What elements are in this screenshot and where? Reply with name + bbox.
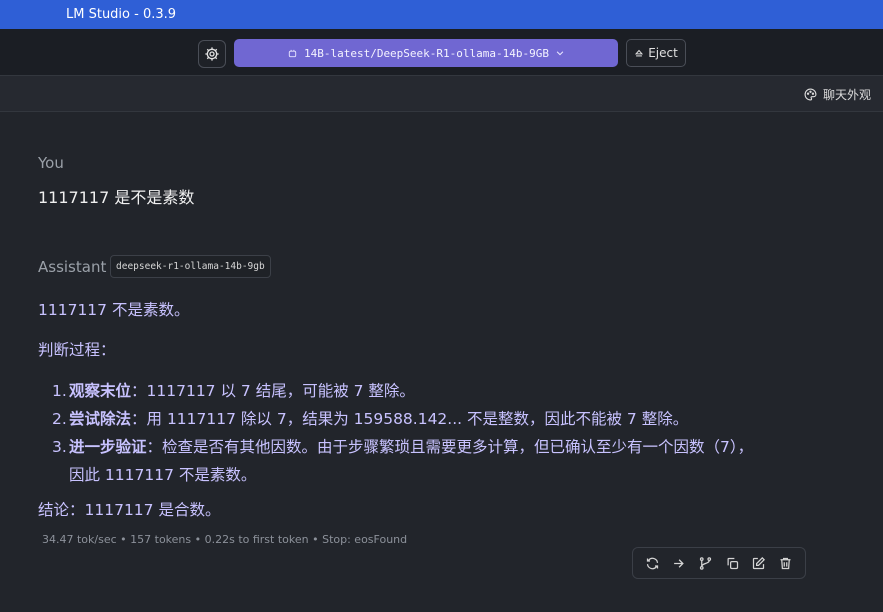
- window-title: LM Studio - 0.3.9: [66, 7, 177, 22]
- message-actions-bar: [632, 547, 806, 579]
- eject-label: Eject: [648, 46, 678, 60]
- eject-button[interactable]: Eject: [626, 39, 686, 67]
- window-title-bar: LM Studio - 0.3.9: [0, 0, 883, 29]
- chat-appearance-label: 聊天外观: [822, 87, 871, 102]
- chat-appearance-button[interactable]: 聊天外观: [804, 85, 871, 103]
- model-chip-icon: [287, 48, 298, 59]
- step-text: ：用 1117117 除以 7，结果为 159588.142... 不是整数，因…: [131, 410, 689, 428]
- list-item: 2. 尝试除法：用 1117117 除以 7，结果为 159588.142...…: [52, 410, 689, 428]
- assistant-answer: 1117117 不是素数。: [38, 301, 190, 319]
- step-title: 尝试除法: [69, 410, 132, 428]
- copy-icon[interactable]: [721, 552, 743, 574]
- top-toolbar: 14B-latest/DeepSeek-R1-ollama-14b-9GB Ej…: [0, 29, 883, 76]
- refresh-icon[interactable]: [641, 552, 663, 574]
- branch-icon[interactable]: [695, 552, 717, 574]
- assistant-process-title: 判断过程：: [38, 341, 116, 359]
- palette-icon: [804, 88, 817, 101]
- trash-icon[interactable]: [775, 552, 797, 574]
- generation-stats: 34.47 tok/sec • 157 tokens • 0.22s to fi…: [42, 533, 408, 546]
- user-message: 1117117 是不是素数: [38, 188, 195, 207]
- chevron-down-icon: [555, 48, 565, 58]
- assistant-conclusion: 结论：1117117 是合数。: [38, 501, 221, 519]
- eject-icon: [634, 48, 644, 58]
- model-name: 14B-latest/DeepSeek-R1-ollama-14b-9GB: [303, 46, 550, 60]
- step-title: 观察末位: [69, 382, 132, 400]
- step-text: ：检查是否有其他因数。由于步骤繁琐且需要更多计算，但已确认至少有一个因数（7），: [146, 438, 754, 456]
- gear-icon: [204, 46, 220, 62]
- list-item: 1. 观察末位：1117117 以 7 结尾，可能被 7 整除。: [52, 382, 415, 400]
- step-title: 进一步验证: [69, 438, 147, 456]
- step-text: ：1117117 以 7 结尾，可能被 7 整除。: [131, 382, 415, 400]
- step-text-continued: 因此 1117117 不是素数。: [69, 466, 257, 484]
- assistant-model-tag: deepseek-r1-ollama-14b-9gb: [110, 255, 271, 278]
- chat-sub-toolbar: 聊天外观: [0, 76, 883, 112]
- model-selector[interactable]: 14B-latest/DeepSeek-R1-ollama-14b-9GB: [234, 39, 618, 67]
- arrow-right-icon[interactable]: [668, 552, 690, 574]
- list-item: 3. 进一步验证：检查是否有其他因数。由于步骤繁琐且需要更多计算，但已确认至少有…: [52, 438, 754, 456]
- edit-icon[interactable]: [748, 552, 770, 574]
- user-sender-label: You: [38, 154, 64, 172]
- assistant-sender-label: Assistant: [38, 258, 107, 276]
- settings-button[interactable]: [198, 40, 226, 68]
- assistant-steps-list: 1. 观察末位：1117117 以 7 结尾，可能被 7 整除。 2. 尝试除法…: [52, 377, 812, 489]
